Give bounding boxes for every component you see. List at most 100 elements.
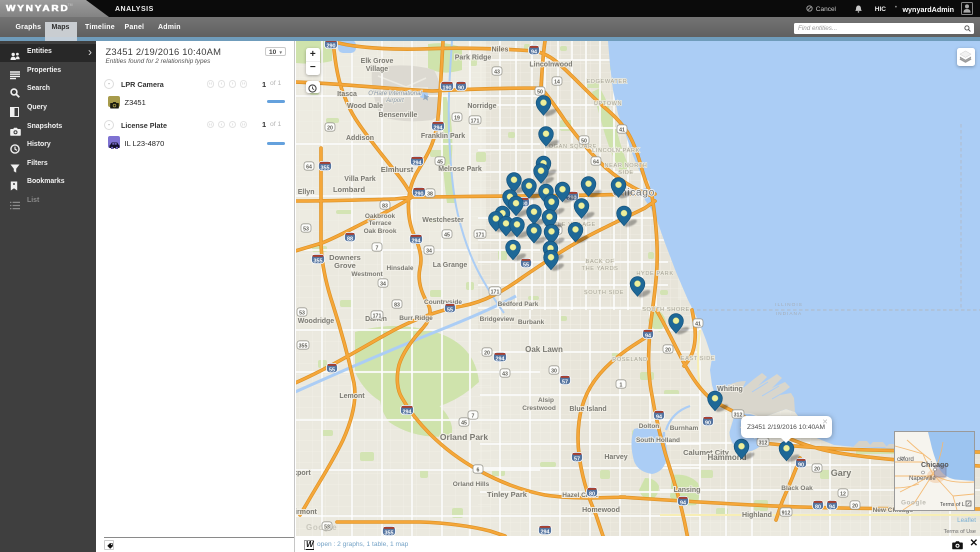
svg-text:INDIANA: INDIANA — [776, 311, 802, 317]
svg-text:94: 94 — [645, 333, 651, 339]
svg-text:30: 30 — [551, 369, 557, 375]
svg-text:290: 290 — [415, 191, 424, 197]
svg-text:Elk Grove: Elk Grove — [361, 58, 394, 65]
svg-text:Alsip: Alsip — [538, 397, 554, 404]
svg-text:20: 20 — [484, 351, 490, 357]
svg-text:Black Oak: Black Oak — [781, 485, 813, 492]
svg-text:Countryside: Countryside — [424, 299, 462, 306]
svg-text:BACK OF: BACK OF — [586, 259, 615, 265]
svg-text:190: 190 — [443, 85, 452, 91]
svg-text:294: 294 — [496, 356, 505, 362]
svg-text:Westmont: Westmont — [351, 271, 383, 278]
svg-text:Burnham: Burnham — [670, 425, 699, 432]
svg-text:La Grange: La Grange — [433, 262, 468, 269]
svg-text:50: 50 — [537, 90, 543, 96]
svg-text:312: 312 — [759, 441, 768, 447]
svg-text:171: 171 — [476, 233, 485, 239]
svg-text:Orland Hills: Orland Hills — [453, 481, 490, 488]
svg-text:64: 64 — [593, 160, 599, 166]
svg-text:Dolton: Dolton — [639, 423, 660, 430]
svg-text:Chicago: Chicago — [921, 462, 949, 469]
svg-text:Park Ridge: Park Ridge — [455, 55, 492, 62]
svg-text:171: 171 — [491, 290, 500, 296]
svg-text:Gary: Gary — [831, 468, 852, 478]
svg-text:Bensenville: Bensenville — [379, 112, 418, 119]
svg-text:SOUTH SIDE: SOUTH SIDE — [584, 290, 624, 296]
svg-text:83: 83 — [382, 204, 388, 210]
svg-text:94: 94 — [680, 500, 686, 506]
svg-text:Airport: Airport — [385, 98, 404, 104]
svg-text:THE YARDS: THE YARDS — [582, 266, 619, 272]
svg-text:94: 94 — [531, 49, 537, 55]
svg-text:SOUTH SHORE: SOUTH SHORE — [642, 307, 690, 313]
svg-text:Addison: Addison — [346, 135, 374, 142]
svg-text:Elmhurst: Elmhurst — [381, 165, 414, 174]
svg-text:355: 355 — [321, 165, 330, 171]
svg-text:50: 50 — [581, 139, 587, 145]
svg-text:Bedford Park: Bedford Park — [498, 301, 539, 308]
svg-text:Tinley Park: Tinley Park — [487, 490, 528, 499]
svg-text:Lincolnwood: Lincolnwood — [529, 62, 572, 69]
svg-text:94: 94 — [656, 414, 662, 420]
svg-text:Franklin Park: Franklin Park — [421, 133, 465, 140]
svg-text:294: 294 — [413, 160, 422, 166]
svg-text:South Holland: South Holland — [636, 437, 680, 444]
svg-text:Grove: Grove — [334, 261, 356, 270]
svg-text:7: 7 — [472, 414, 475, 420]
svg-text:294: 294 — [434, 125, 443, 131]
svg-text:Lombard: Lombard — [333, 185, 366, 194]
svg-text:20: 20 — [814, 467, 820, 473]
svg-text:171: 171 — [373, 314, 382, 320]
svg-text:20: 20 — [327, 126, 333, 132]
svg-text:Hinsdale: Hinsdale — [386, 265, 413, 272]
svg-text:290: 290 — [327, 43, 336, 49]
svg-text:Bridgeview: Bridgeview — [480, 316, 516, 323]
svg-text:NEAR NORTH: NEAR NORTH — [605, 163, 648, 169]
svg-text:UPTOWN: UPTOWN — [594, 101, 622, 107]
svg-text:Oak Lawn: Oak Lawn — [525, 345, 563, 354]
svg-text:88: 88 — [347, 236, 353, 242]
svg-text:LINCOLN PARK: LINCOLN PARK — [592, 148, 640, 154]
svg-text:Naperville: Naperville — [909, 476, 936, 482]
svg-text:43: 43 — [494, 70, 500, 76]
svg-text:45: 45 — [444, 233, 450, 239]
svg-text:Lemont: Lemont — [339, 393, 365, 400]
svg-text:Whiting: Whiting — [717, 386, 743, 393]
svg-text:55: 55 — [447, 307, 453, 313]
svg-text:ckford: ckford — [897, 456, 914, 463]
svg-text:55: 55 — [523, 262, 529, 268]
svg-text:Lansing: Lansing — [674, 487, 701, 494]
svg-text:19: 19 — [454, 116, 460, 122]
svg-text:7: 7 — [376, 246, 379, 252]
svg-text:n Ellyn: n Ellyn — [296, 189, 314, 196]
svg-text:38: 38 — [427, 192, 433, 198]
svg-text:53: 53 — [303, 227, 309, 233]
svg-text:EAST SIDE: EAST SIDE — [681, 356, 716, 362]
svg-text:Burr Ridge: Burr Ridge — [399, 315, 433, 322]
svg-text:O'Hare International: O'Hare International — [368, 91, 422, 97]
svg-text:Homewood: Homewood — [582, 507, 620, 514]
svg-text:Woodridge: Woodridge — [298, 318, 335, 325]
svg-text:HYDE PARK: HYDE PARK — [636, 271, 673, 277]
svg-text:12: 12 — [840, 492, 846, 498]
svg-text:83: 83 — [394, 303, 400, 309]
svg-text:171: 171 — [471, 119, 480, 125]
svg-text:43: 43 — [502, 372, 508, 378]
svg-text:355: 355 — [385, 530, 394, 536]
svg-text:Highland: Highland — [742, 512, 772, 519]
svg-text:Harvey: Harvey — [604, 454, 627, 461]
svg-text:ILLINOIS: ILLINOIS — [775, 302, 803, 308]
svg-text:ROSELAND: ROSELAND — [612, 357, 648, 363]
svg-text:41: 41 — [619, 128, 625, 134]
svg-text:90: 90 — [798, 462, 804, 468]
svg-text:94: 94 — [829, 504, 835, 510]
svg-text:912: 912 — [782, 511, 791, 517]
svg-text:355: 355 — [299, 344, 308, 350]
svg-text:Terms of L: Terms of L — [940, 502, 965, 508]
svg-text:90: 90 — [458, 85, 464, 91]
svg-text:294: 294 — [403, 409, 412, 415]
svg-text:Itasca: Itasca — [337, 91, 357, 98]
svg-text:SIDE: SIDE — [618, 170, 633, 176]
svg-text:355: 355 — [314, 258, 323, 264]
svg-text:90: 90 — [705, 420, 711, 426]
